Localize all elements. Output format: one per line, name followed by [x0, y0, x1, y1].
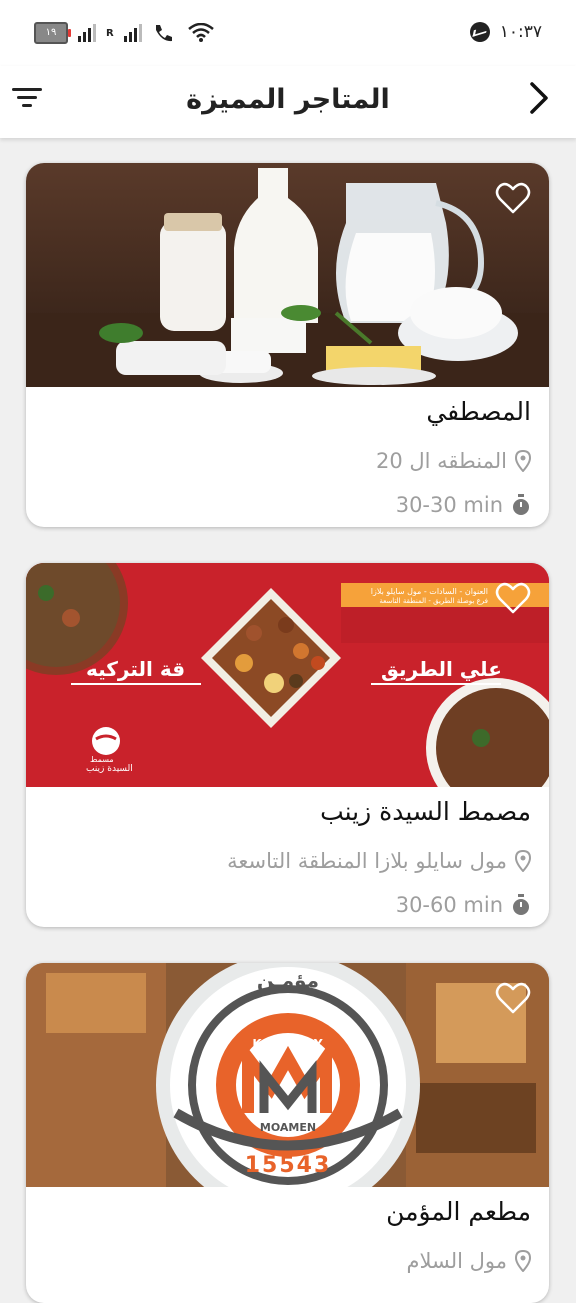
- location-pin-icon: [515, 1250, 531, 1272]
- page-title: المتاجر المميزة: [186, 84, 390, 115]
- back-arrow-icon[interactable]: [522, 78, 554, 118]
- signal-icon-2: [123, 24, 142, 42]
- wifi-icon: [187, 23, 214, 42]
- store-location: مول سايلو بلازا المنطقة التاسعة: [227, 849, 507, 873]
- wifi-calling-icon: [155, 25, 172, 42]
- banner-logo-line-1: مسمط: [90, 755, 114, 764]
- store-time-row: 30-60 min: [396, 893, 531, 917]
- messenger-icon: [469, 22, 490, 42]
- store-image-koshary: مؤمـن KOSHARY MOAMEN 15543: [26, 963, 549, 1187]
- banner-logo-line-2: السيدة زينب: [86, 764, 133, 774]
- roaming-icon: R: [106, 27, 114, 39]
- logo-arabic-text: مؤمـن: [256, 968, 320, 992]
- store-time-row: 30-30 min: [396, 493, 531, 517]
- delivery-time: 30-60 min: [395, 893, 503, 917]
- store-card[interactable]: مؤمـن KOSHARY MOAMEN 15543 مطعم المؤمن م…: [26, 963, 549, 1303]
- favorite-heart-icon[interactable]: [495, 981, 531, 1015]
- store-location-row: مول السلام: [406, 1249, 531, 1273]
- store-location: المنطقه ال 20: [376, 449, 507, 473]
- logo-top-text: KOSHARY: [252, 1037, 324, 1051]
- logo-bottom-text: MOAMEN: [259, 1121, 317, 1134]
- timer-icon: [513, 894, 529, 915]
- signal-icon: [78, 24, 96, 42]
- store-location-row: المنطقه ال 20: [376, 449, 531, 473]
- favorite-heart-icon[interactable]: [495, 181, 531, 215]
- status-bar: ١٩ R ١٠:٣٧: [0, 0, 576, 66]
- banner-headline: علي الطريق: [381, 657, 502, 681]
- store-image-banner: علي الطريق قة التركيه العنوان - السادات …: [26, 563, 549, 787]
- favorite-heart-icon[interactable]: [495, 581, 531, 615]
- logo-number: 15543: [244, 1153, 332, 1178]
- location-pin-icon: [515, 450, 531, 472]
- battery-icon: ١٩: [34, 22, 71, 44]
- battery-level: ١٩: [45, 27, 57, 38]
- app-bar: المتاجر المميزة: [0, 66, 576, 138]
- store-location-row: مول سايلو بلازا المنطقة التاسعة: [227, 849, 531, 873]
- clock: ١٠:٣٧: [499, 22, 542, 42]
- store-card[interactable]: علي الطريق قة التركيه العنوان - السادات …: [26, 563, 549, 927]
- store-card[interactable]: المصطفي المنطقه ال 20 30-30 min: [26, 163, 549, 527]
- banner-address: العنوان - السادات - مول سايلو بلازا: [370, 587, 488, 596]
- banner-address-2: فرع بوصلة الطريق - المنطقة التاسعة: [379, 597, 488, 605]
- store-location: مول السلام: [406, 1249, 507, 1273]
- store-name: المصطفي: [426, 397, 531, 426]
- banner-headline-2: قة التركيه: [86, 657, 186, 681]
- delivery-time: 30-30 min: [395, 493, 503, 517]
- store-name: مصمط السيدة زينب: [320, 797, 531, 826]
- store-image-dairy: [26, 163, 549, 387]
- location-pin-icon: [515, 850, 531, 872]
- store-name: مطعم المؤمن: [386, 1197, 531, 1226]
- timer-icon: [513, 494, 529, 515]
